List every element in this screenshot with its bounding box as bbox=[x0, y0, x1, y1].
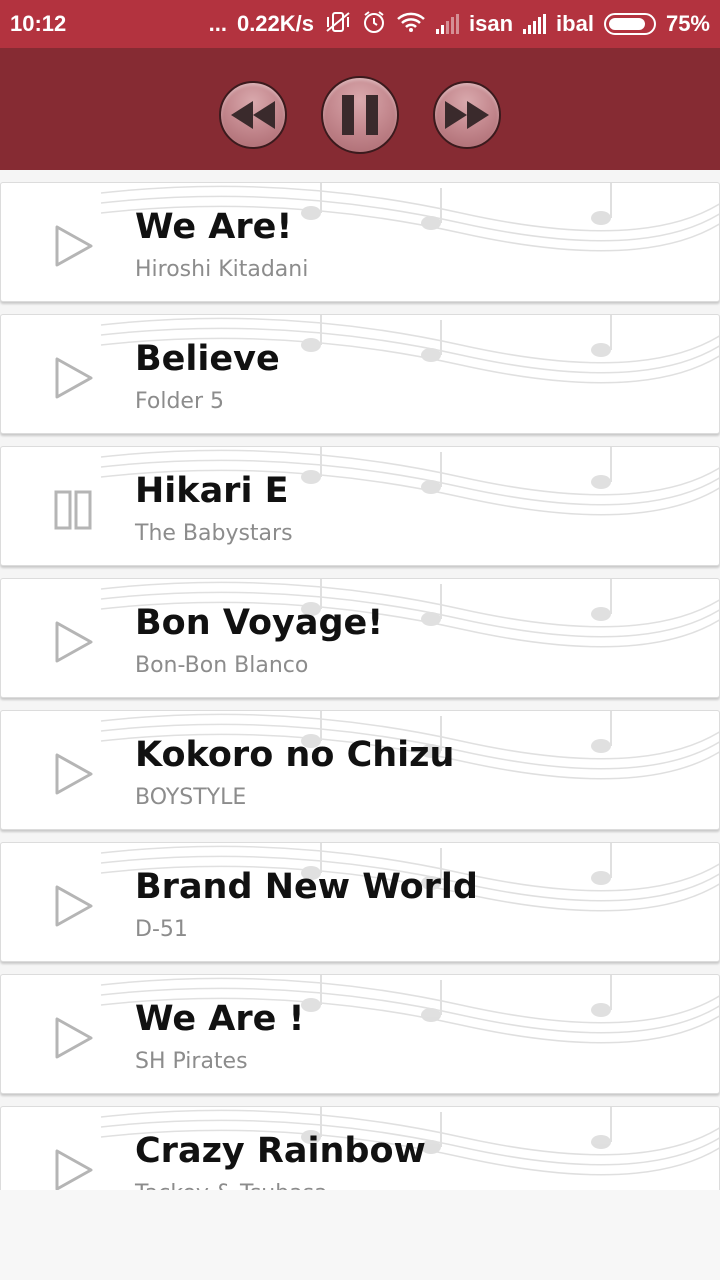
battery-percent: 75% bbox=[665, 11, 710, 36]
song-item[interactable]: Brand New World D-51 bbox=[0, 842, 720, 962]
player-controls bbox=[0, 48, 720, 170]
next-icon bbox=[445, 101, 489, 129]
song-artist: Hiroshi Kitadani bbox=[135, 257, 309, 282]
pause-icon bbox=[342, 95, 378, 135]
song-item[interactable]: Kokoro no Chizu BOYSTYLE bbox=[0, 710, 720, 830]
song-artist: SH Pirates bbox=[135, 1049, 248, 1074]
status-time: 10:12 bbox=[10, 11, 67, 36]
song-title: Bon Voyage! bbox=[135, 603, 384, 643]
play-icon[interactable] bbox=[51, 223, 97, 269]
song-artist: Bon-Bon Blanco bbox=[135, 653, 309, 678]
song-artist: Tackey & Tsubasa bbox=[135, 1181, 328, 1190]
song-title: We Are ! bbox=[135, 999, 305, 1039]
wifi-icon bbox=[396, 11, 426, 37]
carrier-2: ibal bbox=[556, 11, 594, 36]
play-icon[interactable] bbox=[51, 1147, 97, 1190]
song-title: Believe bbox=[135, 339, 280, 379]
song-item[interactable]: Crazy Rainbow Tackey & Tsubasa bbox=[0, 1106, 720, 1190]
song-item[interactable]: We Are ! SH Pirates bbox=[0, 974, 720, 1094]
status-dots: ... bbox=[208, 11, 227, 36]
next-button[interactable] bbox=[433, 81, 501, 149]
song-title: Crazy Rainbow bbox=[135, 1131, 426, 1171]
play-icon[interactable] bbox=[51, 1015, 97, 1061]
song-title: Kokoro no Chizu bbox=[135, 735, 455, 775]
song-list: We Are! Hiroshi Kitadani Believe Folder 5 Hi… bbox=[0, 180, 720, 1190]
song-artist: BOYSTYLE bbox=[135, 785, 247, 810]
bottom-area bbox=[0, 1190, 720, 1280]
signal-icon-1 bbox=[436, 14, 460, 34]
status-bar: 10:12 ... 0.22K/s isan ibal 75% bbox=[0, 0, 720, 48]
signal-icon-2 bbox=[523, 14, 547, 34]
pause-button[interactable] bbox=[321, 76, 399, 154]
song-title: Brand New World bbox=[135, 867, 478, 907]
song-title: We Are! bbox=[135, 207, 293, 247]
song-artist: D-51 bbox=[135, 917, 188, 942]
status-right: ... 0.22K/s isan ibal 75% bbox=[209, 10, 710, 38]
song-item[interactable]: Hikari E The Babystars bbox=[0, 446, 720, 566]
vibrate-off-icon bbox=[324, 11, 352, 37]
carrier-1: isan bbox=[469, 11, 514, 36]
previous-icon bbox=[231, 101, 275, 129]
song-artist: Folder 5 bbox=[135, 389, 224, 414]
network-speed: 0.22K/s bbox=[236, 11, 315, 36]
play-icon[interactable] bbox=[51, 883, 97, 929]
song-item[interactable]: Bon Voyage! Bon-Bon Blanco bbox=[0, 578, 720, 698]
previous-button[interactable] bbox=[219, 81, 287, 149]
play-icon[interactable] bbox=[51, 751, 97, 797]
alarm-icon bbox=[362, 10, 386, 38]
pause-icon[interactable] bbox=[51, 487, 97, 533]
play-icon[interactable] bbox=[51, 355, 97, 401]
song-item[interactable]: We Are! Hiroshi Kitadani bbox=[0, 182, 720, 302]
battery-icon bbox=[603, 13, 656, 35]
play-icon[interactable] bbox=[51, 619, 97, 665]
song-item[interactable]: Believe Folder 5 bbox=[0, 314, 720, 434]
song-artist: The Babystars bbox=[135, 521, 293, 546]
song-title: Hikari E bbox=[135, 471, 289, 511]
